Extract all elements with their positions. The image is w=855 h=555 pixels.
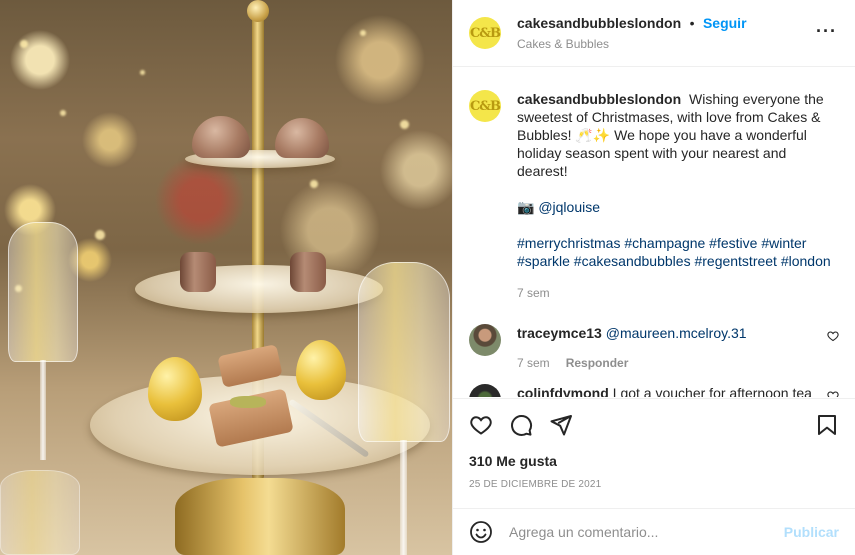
chocolate-roll-cake	[290, 252, 326, 292]
commenter-avatar[interactable]	[469, 324, 501, 356]
likes-count[interactable]: 310 Me gusta	[469, 453, 839, 469]
glass-stem	[400, 440, 407, 555]
reply-button[interactable]: Responder	[566, 356, 629, 370]
water-glass	[0, 470, 80, 555]
bokeh-light	[360, 30, 366, 36]
share-paper-plane-icon[interactable]	[549, 413, 573, 437]
stand-finial	[247, 0, 269, 22]
stand-base	[175, 478, 345, 555]
post-actions: 310 Me gusta 25 DE DICIEMBRE DE 2021	[453, 398, 855, 490]
golden-egg-dessert	[148, 357, 202, 421]
photo-credit-link[interactable]: @jqlouise	[538, 199, 600, 215]
bokeh-light	[20, 40, 28, 48]
champagne-glass	[8, 222, 78, 362]
stand-tier-middle	[135, 265, 383, 313]
save-bookmark-icon[interactable]	[815, 413, 839, 437]
post-photo[interactable]	[0, 0, 452, 555]
champagne-glass	[358, 262, 450, 442]
separator-dot: •	[689, 15, 695, 31]
chocolate-dome-cake	[275, 118, 329, 158]
comment-item: colinfdymond I got a voucher for afterno…	[469, 384, 839, 397]
caption-hashtags[interactable]: #merrychristmas #champagne #festive #win…	[517, 234, 839, 270]
commenter-avatar[interactable]	[469, 384, 501, 397]
bokeh-light	[140, 70, 145, 75]
comment-like-icon[interactable]	[827, 330, 839, 342]
post-date[interactable]: 25 DE DICIEMBRE DE 2021	[469, 479, 839, 490]
caption-time[interactable]: 7 sem	[517, 284, 550, 302]
like-heart-icon[interactable]	[469, 413, 493, 437]
more-options-icon[interactable]: ···	[816, 22, 837, 40]
comment-time[interactable]: 7 sem	[517, 356, 550, 370]
comment-like-icon[interactable]	[827, 390, 839, 397]
add-comment-bar: Publicar	[453, 508, 855, 555]
caption-avatar[interactable]: C&B	[469, 90, 501, 122]
post-header: C&B cakesandbubbleslondon • Seguir Cakes…	[453, 0, 855, 67]
comments-list[interactable]: C&B cakesandbubbleslondon Wishing everyo…	[453, 68, 855, 397]
bokeh-light	[310, 180, 318, 188]
caption: C&B cakesandbubbleslondon Wishing everyo…	[469, 90, 839, 302]
comment-item: traceymce13 @maureen.mcelroy.31 7 sem Re…	[469, 324, 839, 370]
bokeh-light	[400, 120, 409, 129]
publish-button[interactable]: Publicar	[784, 524, 839, 540]
chocolate-roll-cake	[180, 252, 216, 292]
location-label[interactable]: Cakes & Bubbles	[517, 37, 747, 51]
comment-input[interactable]	[509, 524, 784, 540]
glass-stem	[40, 360, 46, 460]
comment-mention[interactable]: @maureen.mcelroy.31	[606, 325, 747, 341]
bokeh-light	[95, 230, 105, 240]
post-detail-panel: C&B cakesandbubbleslondon • Seguir Cakes…	[452, 0, 855, 555]
comment-bubble-icon[interactable]	[509, 413, 533, 437]
chocolate-dome-cake	[192, 116, 250, 158]
commenter-username[interactable]: colinfdymond	[517, 385, 609, 397]
commenter-username[interactable]: traceymce13	[517, 325, 602, 341]
follow-button[interactable]: Seguir	[703, 15, 747, 31]
camera-emoji: 📷	[517, 199, 535, 215]
bokeh-light	[60, 110, 66, 116]
pistachio-topping	[230, 396, 266, 408]
caption-username[interactable]: cakesandbubbleslondon	[517, 91, 681, 107]
comment-text: I got a voucher for afternoon tea	[612, 385, 812, 397]
author-info: cakesandbubbleslondon • Seguir Cakes & B…	[517, 15, 747, 51]
emoji-icon[interactable]	[469, 520, 493, 544]
author-avatar[interactable]: C&B	[469, 17, 501, 49]
golden-egg-dessert	[296, 340, 346, 400]
caption-text: cakesandbubbleslondon Wishing everyone t…	[517, 90, 839, 302]
author-username[interactable]: cakesandbubbleslondon	[517, 15, 681, 31]
